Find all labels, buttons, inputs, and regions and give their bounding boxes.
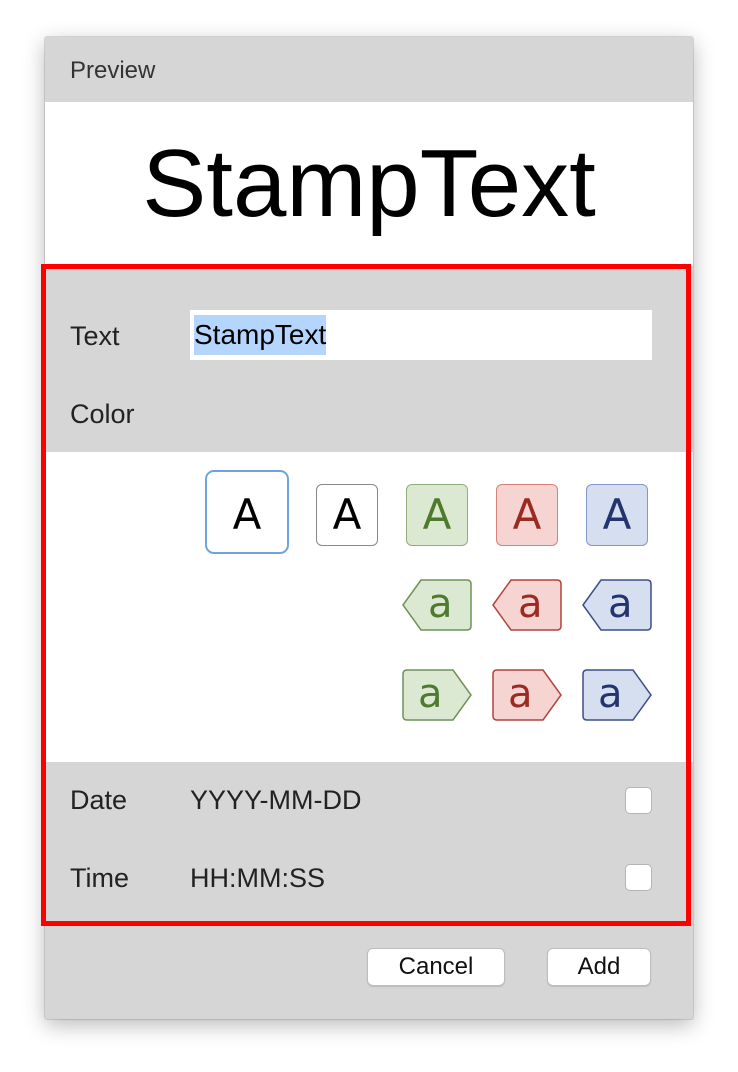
add-button[interactable]: Add: [547, 948, 651, 986]
date-checkbox[interactable]: [625, 787, 652, 814]
selected-text: StampText: [194, 315, 327, 355]
stamp-preview-text: StampText: [142, 130, 596, 237]
outlined-a-icon[interactable]: A: [316, 484, 378, 546]
green-a-icon[interactable]: A: [406, 484, 468, 546]
time-checkbox[interactable]: [625, 864, 652, 891]
date-label: Date: [70, 785, 128, 815]
cancel-button[interactable]: Cancel: [367, 948, 505, 986]
green-right-tag-icon[interactable]: a: [402, 669, 472, 721]
blue-left-tag-icon[interactable]: a: [582, 579, 652, 631]
add-stamp-dialog: Preview StampText Text StampText Color D…: [41, 37, 693, 1019]
red-left-tag-icon[interactable]: a: [492, 579, 562, 631]
tag-glyph: a: [418, 671, 443, 717]
tag-glyph: a: [428, 581, 453, 627]
preview-area: StampText: [45, 102, 693, 266]
tag-glyph: a: [598, 671, 623, 717]
red-a-icon[interactable]: A: [496, 484, 558, 546]
preview-label: Preview: [70, 57, 156, 84]
date-format-text: YYYY-MM-DD: [190, 785, 362, 815]
tag-glyph: a: [518, 581, 543, 627]
color-label: Color: [70, 399, 135, 429]
tag-glyph: a: [508, 671, 533, 717]
preview-header: Preview: [45, 37, 693, 102]
blue-right-tag-icon[interactable]: a: [582, 669, 652, 721]
text-label: Text: [70, 321, 120, 351]
tag-glyph: a: [608, 581, 633, 627]
time-format-text: HH:MM:SS: [190, 863, 325, 893]
red-right-tag-icon[interactable]: a: [492, 669, 562, 721]
plain-a-icon[interactable]: A: [216, 484, 278, 546]
time-label: Time: [70, 863, 129, 893]
blue-a-icon[interactable]: A: [586, 484, 648, 546]
green-left-tag-icon[interactable]: a: [402, 579, 472, 631]
stamp-text-input[interactable]: StampText: [190, 310, 652, 360]
